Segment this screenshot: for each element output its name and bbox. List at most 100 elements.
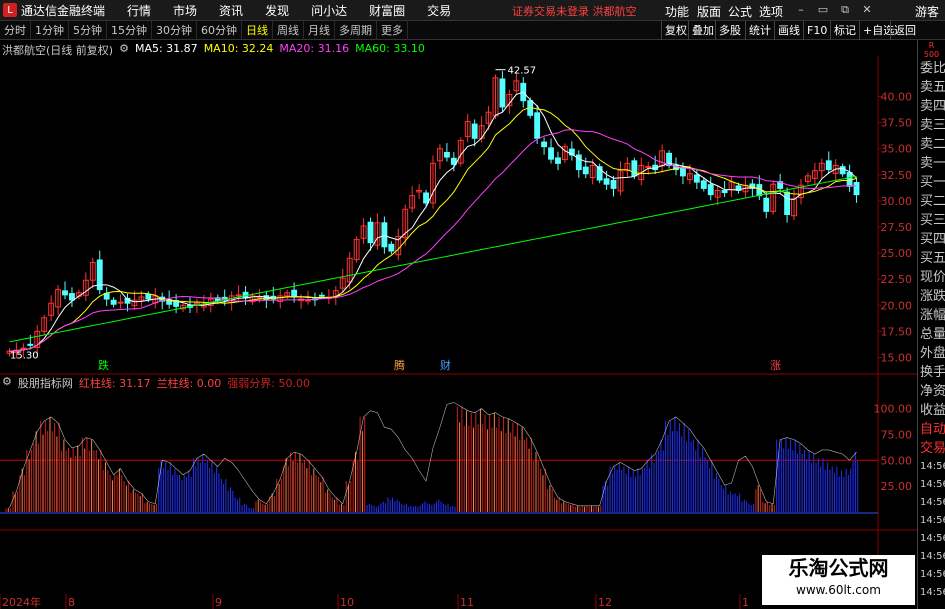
tool-stats[interactable]: 统计 <box>745 21 774 40</box>
menu-formula[interactable]: 公式 <box>728 3 752 20</box>
period-timeshare[interactable]: 分时 <box>0 20 31 40</box>
tool-mark[interactable]: 标记 <box>830 21 859 40</box>
minimize-icon[interactable]: – <box>793 2 809 18</box>
sidebar-time: 14:56 <box>920 569 945 580</box>
candle-body <box>582 166 589 175</box>
sidebar-item: 换手 <box>920 365 945 380</box>
candle-body <box>534 112 541 139</box>
sidebar-items: 委比 卖五 卖四 卖三 卖二 卖一 买一 买二 买三 买四 买五 现价 涨跌 涨幅 总量 外盘 换手 净资 收益 <box>918 59 945 420</box>
guest-label[interactable]: 游客 <box>915 3 939 20</box>
candle-body <box>263 295 270 301</box>
indicator-name: 股朋指标网 <box>17 377 73 390</box>
sidebar-item: 买二 <box>920 194 945 209</box>
period-monthly[interactable]: 月线 <box>304 20 335 40</box>
sidebar-item: 买四 <box>920 232 945 247</box>
sidebar-item: 净资 <box>920 384 945 399</box>
menu-quotes[interactable]: 行情 <box>127 2 151 19</box>
tool-overlay[interactable]: 叠加 <box>688 21 717 40</box>
period-1min[interactable]: 1分钟 <box>31 20 69 40</box>
indicator-tick-label: 25.00 <box>881 480 913 493</box>
maximize-icon[interactable]: ▭ <box>815 2 831 18</box>
indicator-outline <box>9 402 857 508</box>
price-tick-label: 37.50 <box>881 117 913 130</box>
watermark: 乐淘公式网 www.60lt.com <box>762 555 915 605</box>
menu-ask[interactable]: 问小达 <box>311 2 347 19</box>
candle-body <box>20 347 27 350</box>
tool-adjust[interactable]: 复权 <box>661 21 690 40</box>
kline-chart[interactable]: 40.00 37.50 35.00 32.50 30.00 27.50 25.00 22.50… <box>0 56 917 609</box>
candle-body <box>693 174 700 183</box>
period-multi[interactable]: 多周期 <box>335 20 377 40</box>
auto-trade[interactable]: 自动 <box>918 420 945 439</box>
period-60min[interactable]: 60分钟 <box>197 20 242 40</box>
sidebar-item: 买五 <box>920 251 945 266</box>
ma10-label: MA10: 32.24 <box>203 42 274 55</box>
candle-body <box>721 189 728 194</box>
candle-body <box>443 151 450 158</box>
period-weekly[interactable]: 周线 <box>273 20 304 40</box>
settings-icon[interactable]: ⚙ <box>2 375 12 391</box>
candle-body <box>388 243 395 252</box>
event-marker: 财 <box>440 358 451 372</box>
candle-body <box>555 157 561 164</box>
period-daily[interactable]: 日线 <box>242 20 273 40</box>
sidebar-time: 14:56 <box>920 551 945 562</box>
candle-body <box>853 182 860 196</box>
candle-body <box>839 166 846 175</box>
candle-body <box>499 78 506 108</box>
sidebar-item: 外盘 <box>920 346 945 361</box>
menu-bar: L 通达信金融终端 行情 市场 资讯 发现 问小达 财富圈 交易 证券交易未登录… <box>0 0 945 21</box>
menu-layout[interactable]: 版面 <box>697 3 721 20</box>
menu-market[interactable]: 市场 <box>173 2 197 19</box>
indicator-tick-label: 50.00 <box>881 454 913 467</box>
candle-body <box>381 222 388 248</box>
menu-options[interactable]: 选项 <box>759 3 783 20</box>
sidebar-item: 卖四 <box>920 99 945 114</box>
candle-body <box>825 160 832 171</box>
period-5min[interactable]: 5分钟 <box>69 20 107 40</box>
tool-back[interactable]: 返回 <box>890 21 919 40</box>
sidebar-item: 收益 <box>920 403 945 418</box>
x-axis-label: 11 <box>460 596 474 609</box>
app-logo: L <box>3 3 17 17</box>
sidebar-header: R 500 <box>923 41 940 59</box>
menu-trade[interactable]: 交易 <box>427 2 451 19</box>
candle-body <box>69 293 75 301</box>
restore-icon[interactable]: ⧉ <box>837 2 853 18</box>
indicator-red: 红柱线: 31.17 <box>78 377 151 390</box>
quote-sidebar: R 500 委比 卖五 卖四 卖三 卖二 卖一 买一 买二 买三 买四 买五 现价 涨跌 涨幅 总量 外盘 换手… <box>917 40 945 609</box>
close-icon[interactable]: ✕ <box>859 2 875 18</box>
x-axis-label: 2024年 <box>2 595 41 609</box>
period-15min[interactable]: 15分钟 <box>107 20 152 40</box>
sidebar-time: 14:56 <box>920 587 945 598</box>
menu-function[interactable]: 功能 <box>665 3 689 20</box>
candle-body <box>145 293 152 300</box>
period-more[interactable]: 更多 <box>377 20 408 40</box>
sidebar-item: 涨跌 <box>920 289 945 304</box>
candle-body <box>256 296 263 299</box>
indicator-tick-label: 100.00 <box>874 403 913 416</box>
sidebar-times: 14:56 14:56 14:56 14:56 14:56 14:56 14:56 14:56 <box>918 458 945 602</box>
sidebar-time: 14:56 <box>920 533 945 544</box>
watermark-title: 乐淘公式网 <box>788 556 889 580</box>
period-30min[interactable]: 30分钟 <box>152 20 197 40</box>
tool-f10[interactable]: F10 <box>803 21 830 40</box>
candle-body <box>117 301 124 304</box>
candle-body <box>603 178 610 185</box>
event-marker: 涨 <box>770 359 781 372</box>
candle-body <box>548 147 554 160</box>
auto-trade-2[interactable]: 交易 <box>918 439 945 458</box>
candle-body <box>62 290 68 296</box>
tool-multistock[interactable]: 多股 <box>715 21 744 40</box>
menu-wealth[interactable]: 财富圈 <box>369 2 405 19</box>
sidebar-item: 买一 <box>920 175 945 190</box>
menu-discover[interactable]: 发现 <box>265 2 289 19</box>
sidebar-item: 卖三 <box>920 118 945 133</box>
tool-draw[interactable]: 画线 <box>774 21 803 40</box>
ma20-label: MA20: 31.16 <box>279 42 350 55</box>
sidebar-item: 卖五 <box>920 80 945 95</box>
candle-body <box>645 165 652 168</box>
settings-icon[interactable]: ⚙ <box>119 42 129 56</box>
menu-news[interactable]: 资讯 <box>219 2 243 19</box>
candle-body <box>763 197 770 212</box>
